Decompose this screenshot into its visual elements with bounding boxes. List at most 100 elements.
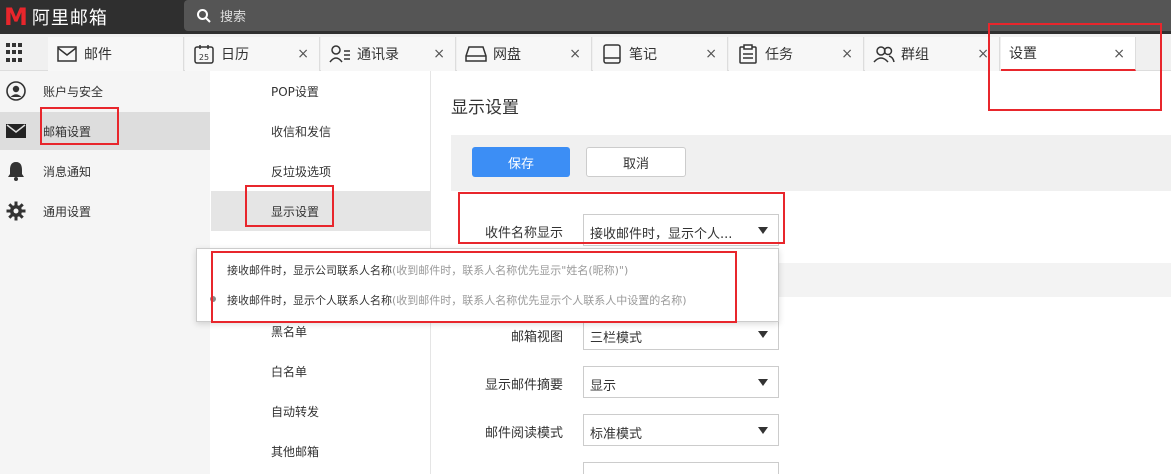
recipient-name-select[interactable]: 接收邮件时，显示个人...: [583, 214, 779, 246]
submenu-item-display[interactable]: 显示设置: [211, 191, 431, 231]
setting-row-partial: [432, 462, 1171, 474]
sidebar-item-label: 通用设置: [43, 204, 92, 219]
setting-label: 邮箱视图: [510, 330, 563, 345]
tab-label: 设置: [1009, 46, 1037, 62]
mail-icon: [5, 120, 27, 142]
submenu-item-auto-forward[interactable]: 自动转发: [211, 391, 431, 431]
page-title: 显示设置: [451, 98, 519, 118]
recipient-name-dropdown: 接收邮件时，显示公司联系人名称(收到邮件时，联系人名称优先显示"姓名(昵称)")…: [196, 248, 779, 322]
search-placeholder: 搜索: [220, 10, 247, 25]
sidebar-item-notifications[interactable]: 消息通知: [0, 152, 210, 190]
option-text: 接收邮件时，显示个人联系人名称: [227, 294, 392, 307]
reading-mode-select[interactable]: 标准模式: [583, 414, 779, 446]
submenu-item-anti-spam[interactable]: 反垃圾选项: [211, 151, 431, 191]
dropdown-option-company[interactable]: 接收邮件时，显示公司联系人名称(收到邮件时，联系人名称优先显示"姓名(昵称)"): [197, 255, 780, 285]
sidebar-item-label: 消息通知: [43, 164, 92, 179]
drive-icon: [465, 43, 487, 65]
top-bar: M 阿里邮箱 搜索: [0, 0, 1171, 34]
close-icon[interactable]: ×: [705, 46, 717, 62]
setting-label: 显示邮件摘要: [484, 378, 563, 393]
submenu-item-other-mailbox[interactable]: 其他邮箱: [211, 431, 431, 471]
submenu-item-label: 自动转发: [271, 404, 320, 419]
tab-groups[interactable]: 群组 ×: [865, 37, 1000, 71]
tab-label: 任务: [765, 47, 793, 63]
setting-row-summary: 显示邮件摘要 显示: [432, 366, 1171, 398]
submenu-item-send-receive[interactable]: 收信和发信: [211, 111, 431, 151]
svg-text:25: 25: [199, 53, 209, 62]
submenu-item-label: 显示设置: [271, 204, 320, 219]
dropdown-option-personal[interactable]: 接收邮件时，显示个人联系人名称(收到邮件时，联系人名称优先显示个人联系人中设置的…: [197, 285, 780, 315]
contacts-icon: [329, 43, 351, 65]
account-icon: [5, 80, 27, 102]
sidebar-item-general[interactable]: 通用设置: [0, 192, 210, 230]
submenu-item-pop[interactable]: POP设置: [211, 71, 431, 111]
option-text: 接收邮件时，显示公司联系人名称: [227, 264, 392, 277]
submenu-item-whitelist[interactable]: 白名单: [211, 351, 431, 391]
close-icon[interactable]: ×: [841, 46, 853, 62]
submenu-item-label: 收信和发信: [271, 124, 332, 139]
dropdown-arrow-icon: [758, 331, 768, 338]
setting-label: 邮件阅读模式: [484, 426, 563, 441]
tab-label: 通讯录: [357, 47, 399, 63]
apps-grid-icon[interactable]: [6, 43, 26, 63]
submenu-item-label: 其他邮箱: [271, 444, 320, 459]
mail-icon: [56, 43, 78, 65]
close-icon[interactable]: ×: [433, 46, 445, 62]
close-icon[interactable]: ×: [1113, 46, 1125, 62]
close-icon[interactable]: ×: [569, 46, 581, 62]
select-value: 标准模式: [590, 427, 643, 442]
partial-select[interactable]: [583, 462, 779, 474]
setting-row-recipient-name: 收件名称显示 接收邮件时，显示个人...: [432, 214, 1171, 246]
submenu-item-label: POP设置: [271, 84, 319, 99]
tab-label: 邮件: [84, 47, 112, 63]
search-box[interactable]: 搜索: [184, 0, 1171, 31]
summary-select[interactable]: 显示: [583, 366, 779, 398]
action-bar: 保存 取消: [451, 135, 1171, 191]
option-hint: (收到邮件时，联系人名称优先显示"姓名(昵称)"): [392, 264, 629, 277]
calendar-icon: 25: [193, 43, 215, 65]
selected-dot-icon: [210, 296, 216, 302]
submenu-item-label: 白名单: [271, 364, 308, 379]
tab-contacts[interactable]: 通讯录 ×: [321, 37, 456, 71]
gear-icon: [5, 200, 27, 222]
sidebar-item-label: 邮箱设置: [43, 124, 92, 139]
close-icon[interactable]: ×: [297, 46, 309, 62]
setting-row-mailbox-view: 邮箱视图 三栏模式: [432, 318, 1171, 350]
bell-icon: [5, 160, 27, 182]
select-value: 接收邮件时，显示个人...: [590, 227, 733, 242]
setting-label: 收件名称显示: [484, 226, 563, 241]
setting-row-reading-mode: 邮件阅读模式 标准模式: [432, 414, 1171, 446]
tab-label: 网盘: [493, 47, 521, 63]
select-value: 显示: [590, 379, 617, 394]
settings-sidebar: 账户与安全 邮箱设置 消息通知 通用设置: [0, 71, 210, 474]
logo-name: 阿里邮箱: [31, 8, 108, 29]
tasks-icon: [737, 43, 759, 65]
tab-calendar[interactable]: 25 日历 ×: [185, 37, 320, 71]
tab-settings[interactable]: 设置 ×: [1001, 37, 1136, 71]
tab-notes[interactable]: 笔记 ×: [593, 37, 728, 71]
tab-label: 日历: [221, 47, 249, 63]
submenu-item-label: 黑名单: [271, 324, 308, 339]
logo-mark: M: [4, 3, 28, 31]
option-hint: (收到邮件时，联系人名称优先显示个人联系人中设置的名称): [392, 294, 687, 307]
mailbox-view-select[interactable]: 三栏模式: [583, 318, 779, 350]
notes-icon: [601, 43, 623, 65]
logo[interactable]: M 阿里邮箱: [4, 3, 108, 31]
select-value: 三栏模式: [590, 331, 643, 346]
submenu-item-label: 反垃圾选项: [271, 164, 332, 179]
tab-mail[interactable]: 邮件: [48, 37, 184, 71]
cancel-button[interactable]: 取消: [586, 147, 686, 177]
close-icon[interactable]: ×: [977, 46, 989, 62]
sidebar-item-account[interactable]: 账户与安全: [0, 72, 210, 110]
dropdown-arrow-icon: [758, 427, 768, 434]
dropdown-arrow-icon: [758, 227, 768, 234]
sidebar-item-mailbox-settings[interactable]: 邮箱设置: [0, 112, 210, 150]
tab-tasks[interactable]: 任务 ×: [729, 37, 864, 71]
tab-label: 笔记: [629, 47, 657, 63]
save-button[interactable]: 保存: [472, 147, 570, 177]
tab-drive[interactable]: 网盘 ×: [457, 37, 592, 71]
search-icon: [197, 8, 211, 23]
group-icon: [873, 43, 895, 65]
dropdown-arrow-icon: [758, 379, 768, 386]
sidebar-item-label: 账户与安全: [43, 84, 104, 99]
